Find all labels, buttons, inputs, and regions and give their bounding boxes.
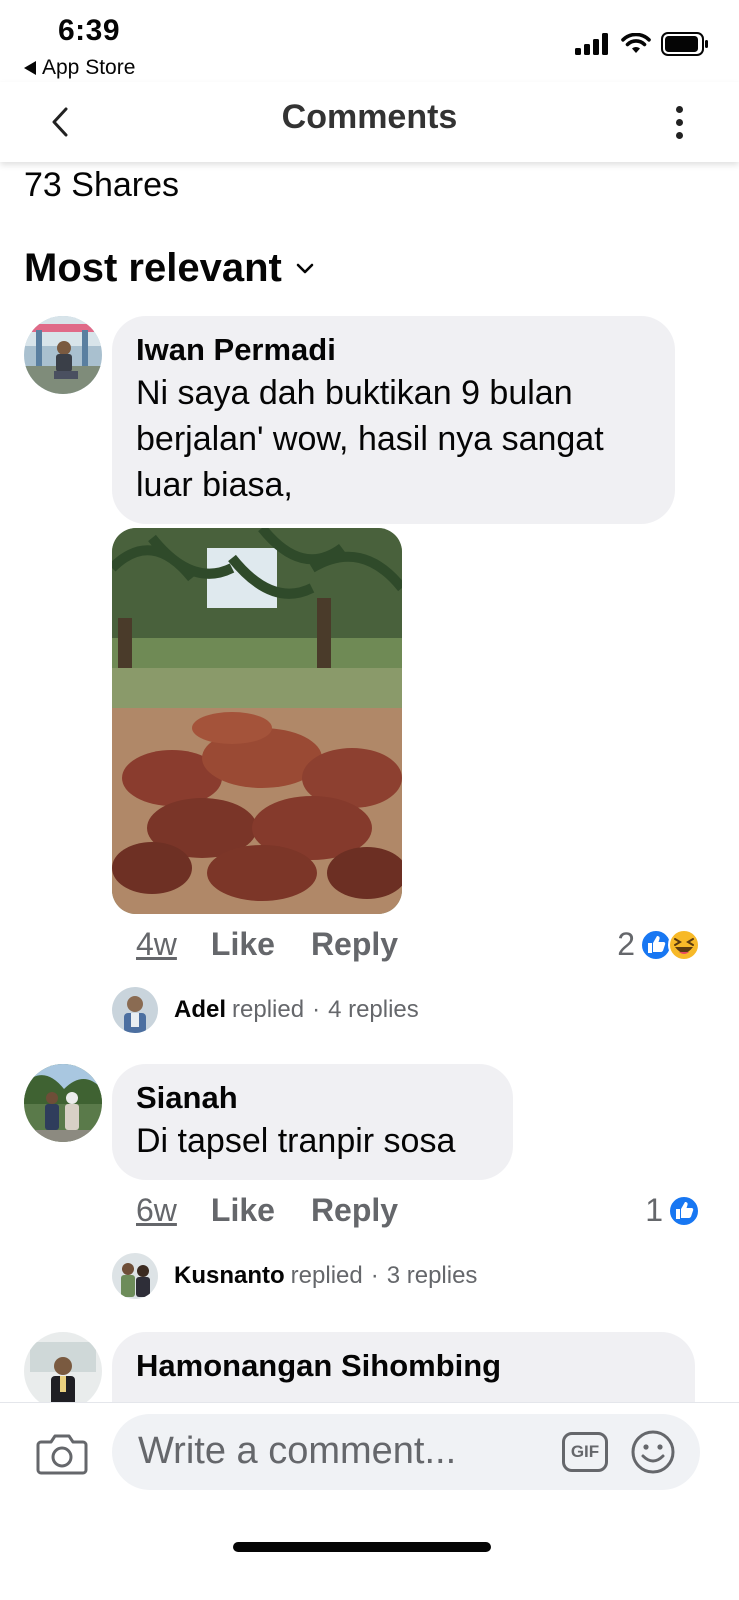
comment-photo[interactable] — [112, 528, 402, 914]
replied-word: replied — [290, 1262, 363, 1289]
comment-author[interactable]: Sianah — [136, 1078, 489, 1118]
status-time: 6:39 — [58, 14, 121, 47]
reaction-count: 2 — [617, 926, 635, 962]
replied-word: replied — [232, 996, 305, 1023]
haha-icon — [668, 928, 700, 961]
comment-time[interactable]: 6w — [136, 1192, 177, 1229]
avatar[interactable] — [24, 316, 102, 394]
comment-input[interactable]: Write a comment... — [112, 1414, 700, 1490]
more-vertical-icon[interactable] — [669, 100, 689, 144]
replies-preview[interactable]: Kusnanto replied · 3 replies — [112, 1253, 477, 1299]
back-to-app-store[interactable]: App Store — [24, 56, 135, 80]
comment-text-line: berjalan' wow, hasil nya sangat — [136, 420, 604, 458]
comment-text-line: luar biasa, — [136, 466, 293, 504]
reaction-summary[interactable]: 1 — [645, 1192, 701, 1229]
replies-count: 4 replies — [328, 996, 419, 1023]
battery-icon — [661, 32, 708, 56]
chevron-down-icon — [296, 263, 314, 273]
camera-icon[interactable] — [36, 1430, 88, 1476]
comment-author[interactable]: Hamonangan Sihombing — [136, 1346, 671, 1386]
status-bar: 6:39 App Store — [0, 0, 739, 82]
gif-icon[interactable]: GIF — [562, 1432, 608, 1472]
wifi-icon — [621, 33, 651, 53]
back-triangle-icon — [24, 61, 36, 75]
reply-avatar — [112, 1253, 158, 1299]
status-icons — [575, 32, 709, 56]
comment-bubble[interactable]: Sianah Di tapsel tranpir sosa — [112, 1064, 513, 1180]
reply-button[interactable]: Reply — [311, 926, 398, 963]
replied-by-name: Kusnanto — [174, 1262, 285, 1289]
comment-text-line: Ni saya dah buktikan 9 bulan — [136, 374, 573, 412]
comments-header: Comments — [0, 82, 739, 162]
signal-icon — [575, 33, 608, 55]
reply-avatar — [112, 987, 158, 1033]
comment-actions: 6w Like Reply — [136, 1192, 434, 1229]
shares-count[interactable]: 73 Shares — [24, 166, 179, 205]
back-app-label: App Store — [42, 56, 136, 79]
replied-by-name: Adel — [174, 996, 227, 1023]
like-button[interactable]: Like — [211, 1192, 275, 1229]
reply-button[interactable]: Reply — [311, 1192, 398, 1229]
sort-dropdown[interactable]: Most relevant — [24, 246, 314, 291]
comment-author[interactable]: Iwan Permadi — [136, 330, 651, 370]
separator-dot: · — [312, 996, 321, 1023]
like-icon — [668, 1194, 700, 1227]
emoji-icon[interactable] — [630, 1429, 676, 1475]
like-button[interactable]: Like — [211, 926, 275, 963]
reaction-summary[interactable]: 2 — [617, 926, 701, 963]
comment-input-placeholder: Write a comment... — [138, 1430, 457, 1472]
replies-preview[interactable]: Adel replied · 4 replies — [112, 987, 419, 1033]
comment-actions: 4w Like Reply — [136, 926, 434, 963]
avatar[interactable] — [24, 1064, 102, 1142]
comment-text-line: Di tapsel tranpir sosa — [136, 1122, 456, 1160]
reaction-count: 1 — [645, 1192, 663, 1228]
comment-bubble[interactable]: Iwan Permadi Ni saya dah buktikan 9 bula… — [112, 316, 675, 524]
sort-label: Most relevant — [24, 246, 282, 290]
page-title: Comments — [281, 98, 458, 136]
replies-count: 3 replies — [386, 1262, 478, 1289]
separator-dot: · — [370, 1262, 379, 1289]
comment-time[interactable]: 4w — [136, 926, 177, 963]
avatar[interactable] — [24, 1332, 102, 1410]
home-indicator[interactable] — [233, 1542, 491, 1552]
